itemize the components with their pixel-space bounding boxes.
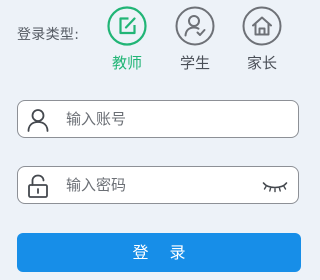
login-type-selector: 登录类型: 教师 学生 家长 bbox=[0, 0, 319, 80]
role-option-teacher[interactable]: 教师 bbox=[97, 6, 157, 73]
password-field[interactable] bbox=[17, 166, 299, 204]
role-label-parent: 家长 bbox=[246, 54, 277, 72]
login-button[interactable]: 登 录 bbox=[17, 233, 301, 272]
role-option-parent[interactable]: 家长 bbox=[232, 6, 292, 73]
role-label-teacher: 教师 bbox=[111, 54, 142, 72]
account-field[interactable] bbox=[17, 100, 299, 138]
account-input[interactable] bbox=[66, 106, 261, 132]
password-input[interactable] bbox=[66, 172, 261, 198]
home-icon bbox=[242, 6, 282, 46]
login-type-label: 登录类型: bbox=[17, 27, 80, 43]
role-option-student[interactable]: 学生 bbox=[165, 6, 225, 73]
lock-icon bbox=[28, 174, 48, 198]
user-icon bbox=[27, 109, 49, 132]
role-label-student: 学生 bbox=[179, 54, 210, 72]
student-icon bbox=[175, 6, 215, 46]
eye-closed-icon[interactable] bbox=[262, 179, 288, 193]
edit-icon bbox=[107, 6, 147, 46]
